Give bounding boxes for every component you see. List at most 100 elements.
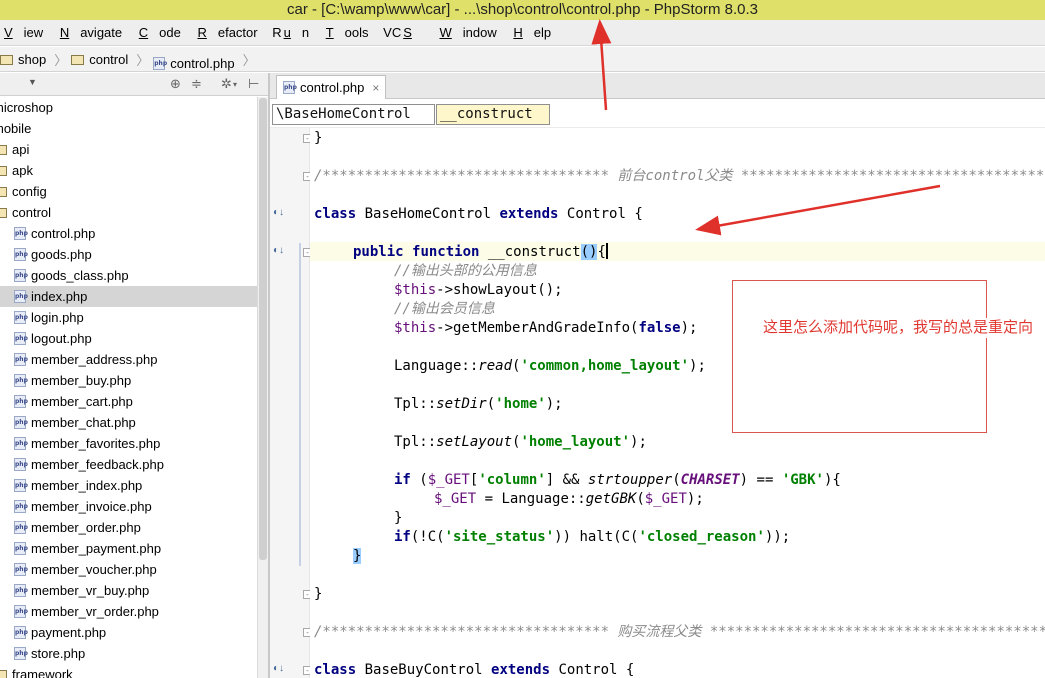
code-line: //输出头部的公用信息: [394, 263, 537, 279]
tree-item-label: goods.php: [31, 247, 92, 262]
php-file-icon: php: [14, 605, 28, 618]
tree-item-file[interactable]: php member_address.php: [0, 349, 257, 370]
tree-item-file[interactable]: php member_feedback.php: [0, 454, 257, 475]
gutter-row: ◐↓: [270, 205, 310, 224]
close-icon[interactable]: ×: [372, 81, 379, 95]
php-file-icon: php: [14, 416, 28, 429]
tree-item-file[interactable]: php goods_class.php: [0, 265, 257, 286]
tree-item-file[interactable]: php goods.php: [0, 244, 257, 265]
tree-item-label: api: [12, 142, 30, 157]
php-file-icon: php: [14, 395, 28, 408]
tree-item-file[interactable]: php member_buy.php: [0, 370, 257, 391]
tree-item-label: member_vr_buy.php: [31, 583, 150, 598]
tree-item-file[interactable]: php payment.php: [0, 622, 257, 643]
tree-item-file[interactable]: php store.php: [0, 643, 257, 664]
tree-item-file[interactable]: php control.php: [0, 223, 257, 244]
tree-item-file[interactable]: php member_order.php: [0, 517, 257, 538]
project-tree: microshop mobile api apk config control …: [0, 97, 257, 678]
tree-item-framework[interactable]: framework: [0, 664, 257, 678]
menu-vcs[interactable]: VC S: [383, 20, 423, 46]
tree-item-label: control.php: [31, 226, 96, 241]
menu-help[interactable]: Help: [511, 20, 551, 46]
php-file-icon: php: [14, 311, 28, 324]
class-crumb[interactable]: \BaseHomeControl: [272, 104, 435, 125]
folder-icon: [0, 165, 7, 176]
tree-item-file[interactable]: php login.php: [0, 307, 257, 328]
nav-crumb-control[interactable]: control: [71, 47, 128, 72]
method-crumb[interactable]: __construct: [436, 104, 550, 125]
tree-item-label: member_invoice.php: [31, 499, 152, 514]
tree-item-apk[interactable]: apk: [0, 160, 257, 181]
text-caret: [605, 243, 608, 259]
php-file-icon: php: [14, 500, 28, 513]
php-file-icon: php: [14, 269, 28, 282]
project-scrollbar-thumb[interactable]: [259, 98, 267, 560]
gear-icon[interactable]: ✲: [221, 76, 232, 92]
tree-item-file[interactable]: php member_cart.php: [0, 391, 257, 412]
nav-crumb-file[interactable]: php control.php: [153, 51, 235, 76]
tree-item-file[interactable]: php member_index.php: [0, 475, 257, 496]
code-line: }: [314, 130, 323, 146]
code-line: class BaseBuyControl extends Control {: [314, 662, 635, 678]
tree-item-label: member_buy.php: [31, 373, 132, 388]
menu-run[interactable]: Run: [272, 20, 309, 46]
menu-navigate[interactable]: Navigate: [58, 20, 122, 46]
tree-item-file[interactable]: php member_chat.php: [0, 412, 257, 433]
tree-item-file[interactable]: php member_invoice.php: [0, 496, 257, 517]
window-title-bar: car - [C:\wamp\www\car] - ...\shop\contr…: [0, 0, 1045, 20]
override-marker-icon[interactable]: ◐↓: [273, 207, 284, 218]
tree-item-label: member_favorites.php: [31, 436, 161, 451]
tree-item-microshop[interactable]: microshop: [0, 97, 257, 118]
hide-panel-icon[interactable]: ⊢: [248, 76, 259, 92]
php-file-icon: php: [283, 81, 297, 94]
tree-item-file[interactable]: php member_favorites.php: [0, 433, 257, 454]
php-file-icon: php: [14, 626, 28, 639]
tree-item-label: microshop: [0, 100, 53, 115]
code-line: $this->showLayout();: [394, 282, 563, 298]
menu-code[interactable]: Code: [137, 20, 181, 46]
tree-item-label: store.php: [31, 646, 86, 661]
scope-indicator: [299, 243, 301, 566]
override-marker-icon[interactable]: ◐↓: [273, 245, 284, 256]
gutter-row: -: [270, 129, 312, 148]
tree-item-label: member_payment.php: [31, 541, 162, 556]
dropdown-arrow-icon[interactable]: ▼: [28, 77, 37, 87]
tree-item-file[interactable]: php logout.php: [0, 328, 257, 349]
tree-item-control[interactable]: control: [0, 202, 257, 223]
gutter-row: -: [270, 623, 312, 642]
code-line: if(!C('site_status')) halt(C('closed_rea…: [394, 529, 791, 545]
tree-item-config[interactable]: config: [0, 181, 257, 202]
menu-view[interactable]: View: [2, 20, 43, 46]
php-file-icon: php: [14, 332, 28, 345]
tree-item-file-selected[interactable]: php index.php: [0, 286, 257, 307]
nav-crumb-shop[interactable]: shop: [0, 47, 46, 72]
tree-item-file[interactable]: php member_payment.php: [0, 538, 257, 559]
sync-target-icon[interactable]: ⊕: [170, 76, 181, 92]
menu-refactor[interactable]: Refactor: [195, 20, 257, 46]
php-file-icon: php: [14, 374, 28, 387]
code-line: public function __construct(){: [353, 243, 608, 260]
tree-item-label: control: [12, 205, 52, 220]
collapse-all-icon[interactable]: ≑: [191, 76, 202, 92]
gutter-row: ◐↓ -: [270, 661, 312, 678]
menu-tools[interactable]: Tools: [324, 20, 369, 46]
tab-control-php[interactable]: php control.php ×: [276, 75, 386, 99]
folder-icon: [0, 144, 7, 155]
tree-item-file[interactable]: php member_voucher.php: [0, 559, 257, 580]
code-line: /********************************** 购买流程…: [314, 624, 1045, 640]
nav-crumb-label: shop: [18, 52, 47, 67]
tree-item-api[interactable]: api: [0, 139, 257, 160]
tree-item-label: member_feedback.php: [31, 457, 164, 472]
tree-item-mobile[interactable]: mobile: [0, 118, 257, 139]
php-file-icon: php: [14, 563, 28, 576]
tree-item-label: member_cart.php: [31, 394, 133, 409]
gear-dropdown-icon[interactable]: ▾: [233, 80, 237, 89]
editor-gutter: - - ◐↓ ◐↓ - - - ◐↓ -: [270, 128, 312, 678]
override-marker-icon[interactable]: ◐↓: [273, 663, 284, 674]
tree-item-file[interactable]: php member_vr_order.php: [0, 601, 257, 622]
code-line: }: [394, 510, 403, 526]
tree-item-label: mobile: [0, 121, 32, 136]
menu-window[interactable]: Window: [438, 20, 497, 46]
chevron-right-icon: 〉: [54, 52, 68, 68]
tree-item-file[interactable]: php member_vr_buy.php: [0, 580, 257, 601]
